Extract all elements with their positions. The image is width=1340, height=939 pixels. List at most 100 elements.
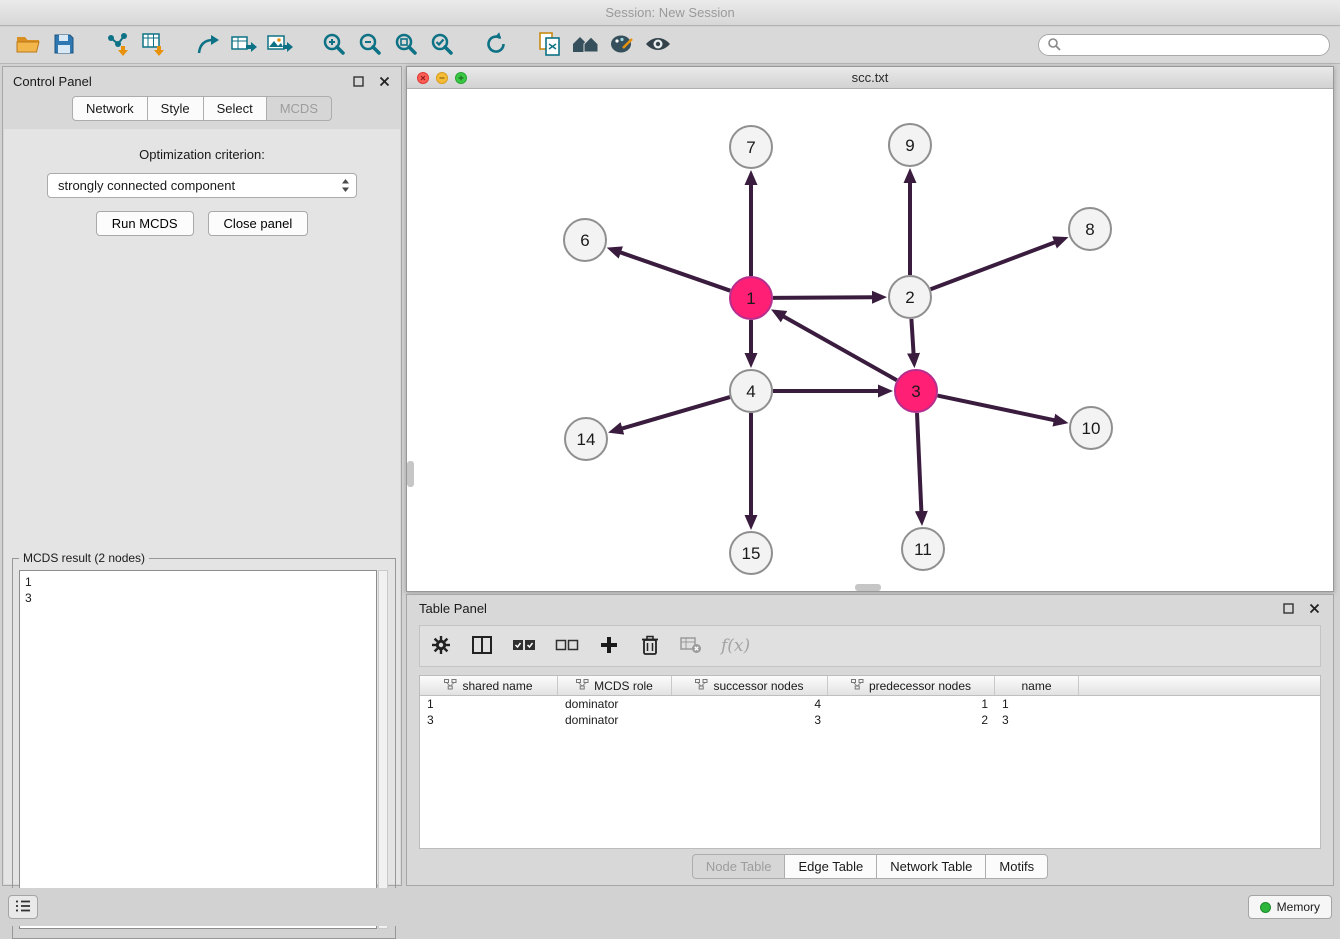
edge-3-11[interactable] xyxy=(917,413,921,512)
delete-table-button[interactable] xyxy=(680,633,702,659)
column-header-successor-nodes[interactable]: successor nodes xyxy=(672,676,828,695)
window-titlebar: Session: New Session xyxy=(0,0,1340,26)
close-panel-icon[interactable] xyxy=(377,74,391,88)
criterion-dropdown[interactable]: strongly connected component xyxy=(47,173,357,198)
duplicate-network-icon xyxy=(537,31,563,60)
function-builder-button[interactable]: f(x) xyxy=(721,633,750,659)
graph-node-4[interactable]: 4 xyxy=(730,370,772,412)
show-columns-button[interactable] xyxy=(471,633,493,659)
edge-3-1[interactable] xyxy=(783,316,897,380)
edge-2-8[interactable] xyxy=(931,242,1056,289)
delete-row-button[interactable] xyxy=(639,633,661,659)
tab-motifs[interactable]: Motifs xyxy=(985,854,1048,879)
cell-mcds-role[interactable]: dominator xyxy=(558,697,672,711)
table-settings-button[interactable] xyxy=(430,633,452,659)
add-row-button[interactable] xyxy=(598,633,620,659)
global-search-box[interactable] xyxy=(1038,34,1330,56)
horizontal-scrollbar-thumb[interactable] xyxy=(855,584,881,591)
cell-successor-nodes[interactable]: 3 xyxy=(672,713,828,727)
graph-node-8[interactable]: 8 xyxy=(1069,208,1111,250)
cell-predecessor-nodes[interactable]: 1 xyxy=(828,697,995,711)
graph-node-3[interactable]: 3 xyxy=(895,370,937,412)
memory-status-icon xyxy=(1260,902,1271,913)
task-history-button[interactable] xyxy=(8,895,38,919)
tab-style[interactable]: Style xyxy=(147,96,204,121)
cell-mcds-role[interactable]: dominator xyxy=(558,713,672,727)
close-panel-button[interactable]: Close panel xyxy=(208,211,309,236)
toolbar-separator xyxy=(298,30,316,60)
refresh-button[interactable] xyxy=(478,30,514,60)
global-search-input[interactable] xyxy=(1066,38,1321,52)
select-all-rows-button[interactable] xyxy=(512,633,536,659)
save-session-button[interactable] xyxy=(46,30,82,60)
graph-node-1[interactable]: 1 xyxy=(730,277,772,319)
zoom-selected-button[interactable] xyxy=(424,30,460,60)
graph-node-15[interactable]: 15 xyxy=(730,532,772,574)
cell-name[interactable]: 1 xyxy=(995,697,1079,711)
graph-node-7[interactable]: 7 xyxy=(730,126,772,168)
export-table-button[interactable] xyxy=(226,30,262,60)
cell-shared-name[interactable]: 3 xyxy=(420,713,558,727)
cell-successor-nodes[interactable]: 4 xyxy=(672,697,828,711)
column-header-mcds-role[interactable]: MCDS role xyxy=(558,676,672,695)
network-graph[interactable]: 7 9 6 8 1 2 4 3 14 10 15 11 xyxy=(407,89,1333,591)
network-view-window: scc.txt 7968124314101511 xyxy=(406,66,1334,592)
tab-select[interactable]: Select xyxy=(203,96,267,121)
edge-1-6[interactable] xyxy=(620,252,730,291)
close-window-icon[interactable] xyxy=(417,72,429,87)
graph-node-2[interactable]: 2 xyxy=(889,276,931,318)
edge-4-14[interactable] xyxy=(622,397,730,429)
mcds-result-text[interactable]: 1 3 xyxy=(19,570,377,929)
cell-predecessor-nodes[interactable]: 2 xyxy=(828,713,995,727)
graph-node-9[interactable]: 9 xyxy=(889,124,931,166)
graph-node-11[interactable]: 11 xyxy=(902,528,944,570)
zoom-in-button[interactable] xyxy=(316,30,352,60)
tab-network-table[interactable]: Network Table xyxy=(876,854,986,879)
edge-3-10[interactable] xyxy=(938,396,1055,421)
graph-node-6[interactable]: 6 xyxy=(564,219,606,261)
graph-node-label: 15 xyxy=(742,544,761,563)
column-header-name[interactable]: name xyxy=(995,676,1079,695)
network-canvas[interactable]: 7 9 6 8 1 2 4 3 14 10 15 11 xyxy=(407,89,1333,591)
cell-shared-name[interactable]: 1 xyxy=(420,697,558,711)
tab-edge-table[interactable]: Edge Table xyxy=(784,854,877,879)
graph-node-10[interactable]: 10 xyxy=(1070,407,1112,449)
zoom-fit-button[interactable] xyxy=(388,30,424,60)
run-mcds-button[interactable]: Run MCDS xyxy=(96,211,194,236)
export-image-button[interactable] xyxy=(262,30,298,60)
deselect-all-rows-button[interactable] xyxy=(555,633,579,659)
result-scrollbar[interactable] xyxy=(378,570,388,929)
import-table-button[interactable] xyxy=(136,30,172,60)
export-network-button[interactable] xyxy=(190,30,226,60)
float-panel-icon[interactable] xyxy=(1281,601,1295,615)
maximize-window-icon[interactable] xyxy=(455,72,467,87)
import-network-button[interactable] xyxy=(100,30,136,60)
apply-style-icon xyxy=(609,32,635,59)
edge-2-3[interactable] xyxy=(911,319,913,354)
close-panel-icon[interactable] xyxy=(1307,601,1321,615)
zoom-out-button[interactable] xyxy=(352,30,388,60)
toolbar-separator xyxy=(172,30,190,60)
tab-mcds[interactable]: MCDS xyxy=(266,96,332,121)
vertical-scrollbar-thumb[interactable] xyxy=(407,461,414,487)
home-button[interactable] xyxy=(568,30,604,60)
sort-icon xyxy=(695,679,708,693)
table-row[interactable]: 3 dominator 3 2 3 xyxy=(420,712,1320,728)
show-hide-button[interactable] xyxy=(640,30,676,60)
duplicate-network-button[interactable] xyxy=(532,30,568,60)
edge-1-2[interactable] xyxy=(773,297,873,298)
cell-name[interactable]: 3 xyxy=(995,713,1079,727)
table-row[interactable]: 1 dominator 4 1 1 xyxy=(420,696,1320,712)
toolbar-separator xyxy=(514,30,532,60)
tab-network[interactable]: Network xyxy=(72,96,148,121)
column-header-shared-name[interactable]: shared name xyxy=(420,676,558,695)
column-header-predecessor-nodes[interactable]: predecessor nodes xyxy=(828,676,995,695)
memory-button[interactable]: Memory xyxy=(1248,895,1332,919)
float-panel-icon[interactable] xyxy=(351,74,365,88)
minimize-window-icon[interactable] xyxy=(436,72,448,87)
open-session-button[interactable] xyxy=(10,30,46,60)
graph-node-14[interactable]: 14 xyxy=(565,418,607,460)
window-title: Session: New Session xyxy=(605,5,734,20)
apply-style-button[interactable] xyxy=(604,30,640,60)
tab-node-table[interactable]: Node Table xyxy=(692,854,786,879)
